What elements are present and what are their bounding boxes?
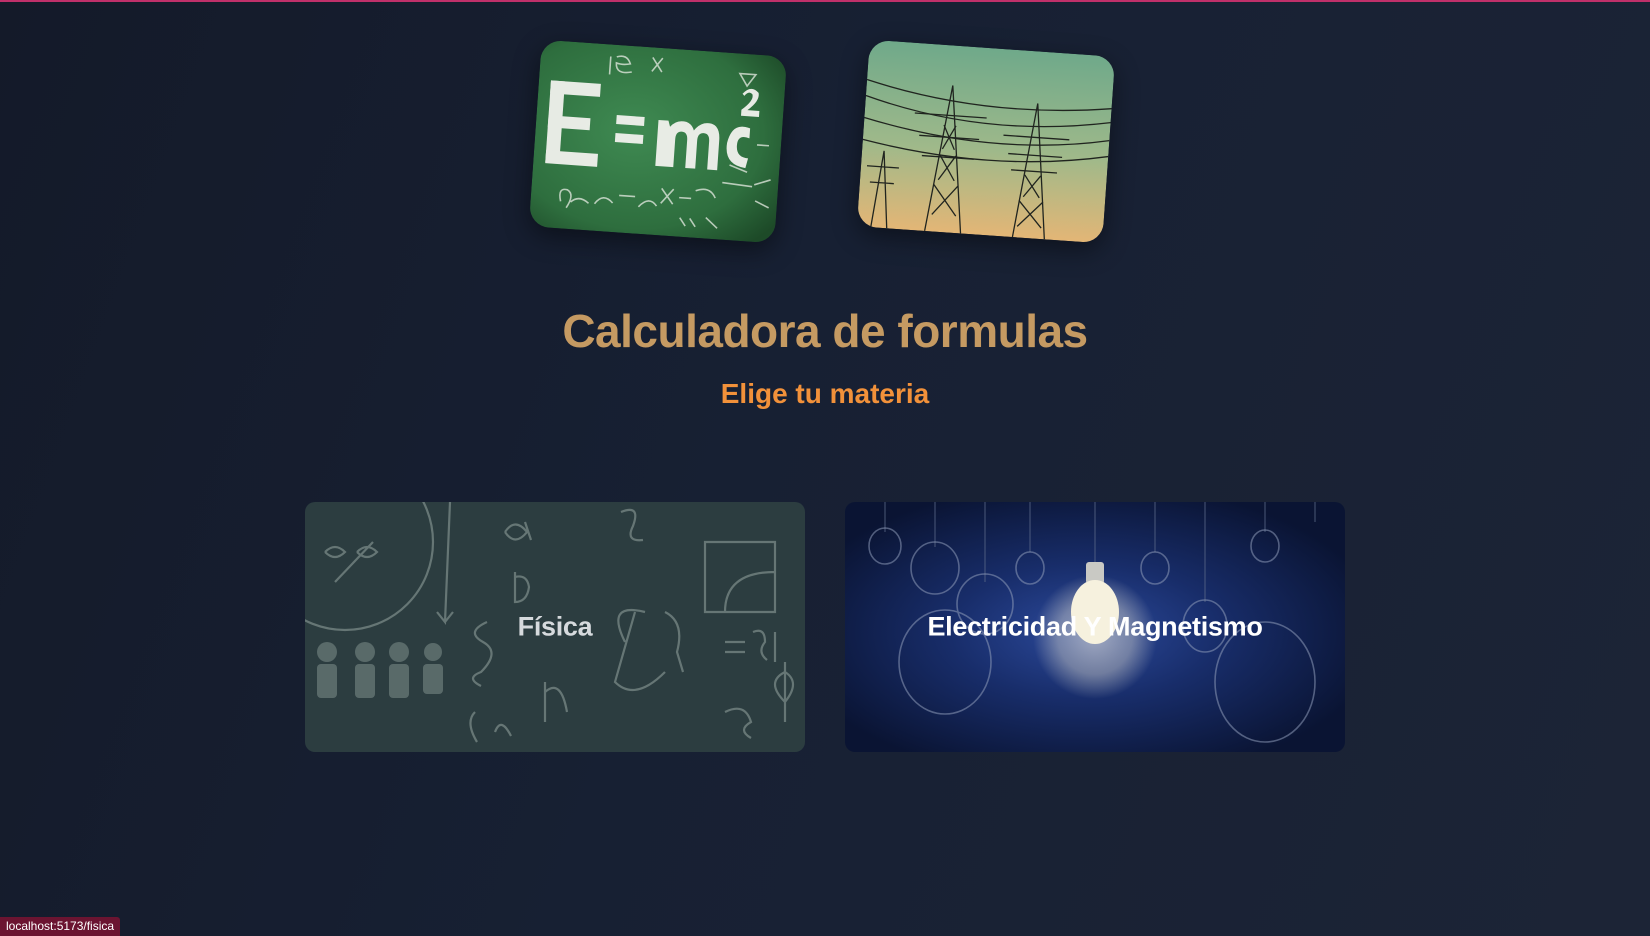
- card-label-fisica: Física: [517, 611, 593, 642]
- chalkboard-illustration: [528, 39, 788, 244]
- card-label-electricidad-magnetismo: Electricidad Y Magnetismo: [927, 611, 1263, 642]
- page-title: Calculadora de formulas: [562, 305, 1088, 357]
- subject-card-electricidad-magnetismo[interactable]: Electricidad Y Magnetismo: [845, 502, 1345, 752]
- page-subtitle: Elige tu materia: [720, 378, 930, 409]
- status-bar-url: localhost:5173/fisica: [0, 917, 121, 936]
- top-accent-line: [0, 0, 1650, 2]
- power-lines-image: [856, 39, 1116, 244]
- subject-card-fisica[interactable]: Física: [305, 502, 805, 752]
- power-lines-illustration: [856, 39, 1116, 244]
- chalkboard-formula-image: [528, 39, 788, 244]
